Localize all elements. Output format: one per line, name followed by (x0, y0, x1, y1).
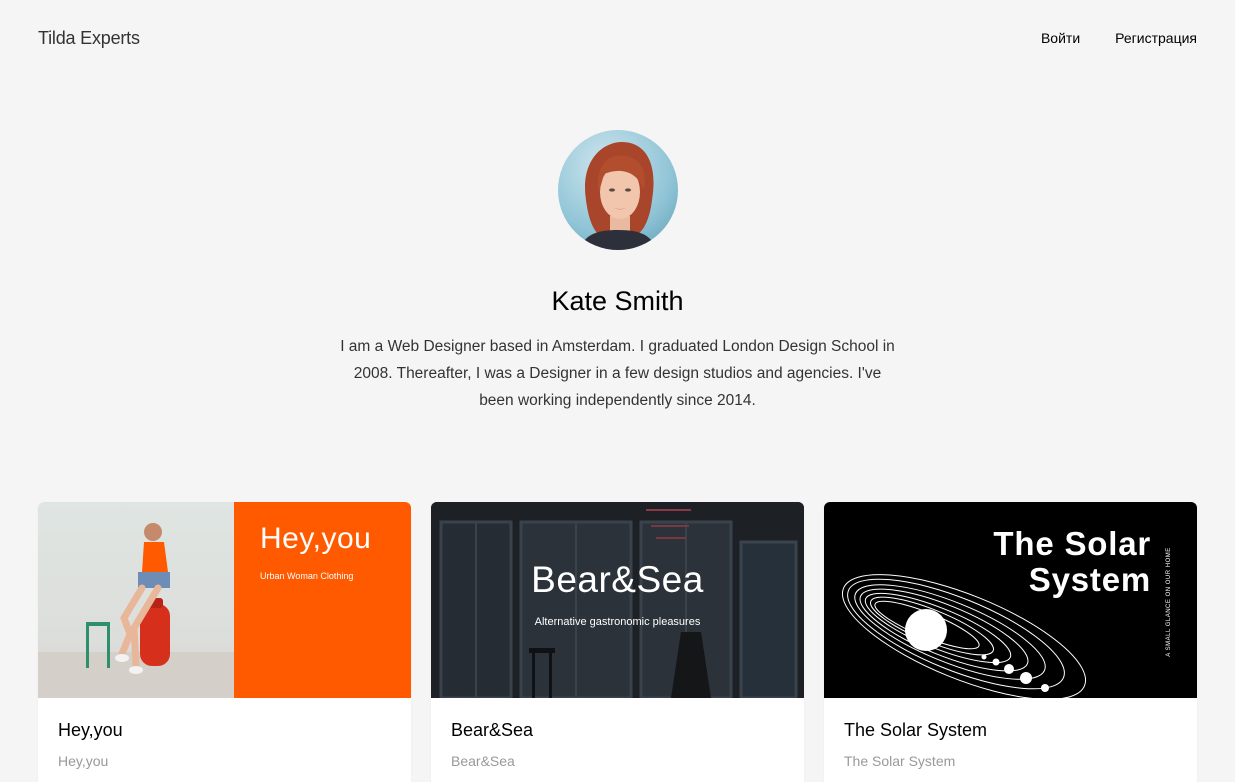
card-title: Bear&Sea (451, 720, 534, 740)
cover-vertical-caption: A SMALL GLANCE ON OUR HOME (1164, 542, 1174, 662)
avatar (557, 130, 678, 250)
cover-subtitle: Urban Woman Clothing (260, 571, 354, 581)
project-grid: Hey,you Urban Woman Clothing Hey,you Hey… (38, 502, 1197, 782)
card-body: Hey,you Hey,you (38, 698, 411, 782)
cover-vertical-text: A SMALL GLANCE ON OUR HOME (1166, 547, 1172, 657)
site-logo[interactable]: Tilda Experts (38, 28, 140, 49)
profile-name: Kate Smith (551, 286, 684, 316)
project-cover: The Solar System A SMALL GLANCE ON OUR H… (824, 502, 1197, 698)
card-subtitle: Bear&Sea (451, 753, 515, 769)
cover-photo (38, 502, 234, 698)
profile-bio: I am a Web Designer based in Amsterdam. … (340, 338, 895, 409)
card-title: The Solar System (844, 720, 988, 740)
cover-title: Bear&Sea (531, 559, 704, 600)
cover-title: The Solar System (993, 526, 1151, 598)
cover-subtitle: Alternative gastronomic pleasures (534, 616, 701, 628)
site-header: Tilda Experts Войти Регистрация (0, 0, 1235, 80)
cover-title-line-2: System (1028, 561, 1151, 598)
project-card-solarsystem[interactable]: The Solar System A SMALL GLANCE ON OUR H… (824, 502, 1197, 782)
card-title: Hey,you (58, 720, 123, 740)
profile-section: Kate Smith I am a Web Designer based in … (0, 130, 1235, 414)
cover-title-line-1: The Solar (993, 525, 1151, 562)
card-body: Bear&Sea Bear&Sea (431, 698, 804, 782)
card-subtitle: Hey,you (58, 753, 109, 769)
card-subtitle: The Solar System (844, 753, 956, 769)
top-nav: Войти Регистрация (1041, 30, 1197, 46)
card-body: The Solar System The Solar System (824, 698, 1197, 782)
register-link[interactable]: Регистрация (1115, 30, 1197, 46)
project-cover: Hey,you Urban Woman Clothing (38, 502, 411, 698)
project-card-bearsea[interactable]: Bear&Sea Alternative gastronomic pleasur… (431, 502, 804, 782)
cover-title: Hey,you (260, 522, 372, 555)
login-link[interactable]: Войти (1041, 30, 1080, 46)
project-cover: Bear&Sea Alternative gastronomic pleasur… (431, 502, 804, 698)
project-card-heyyou[interactable]: Hey,you Urban Woman Clothing Hey,you Hey… (38, 502, 411, 782)
